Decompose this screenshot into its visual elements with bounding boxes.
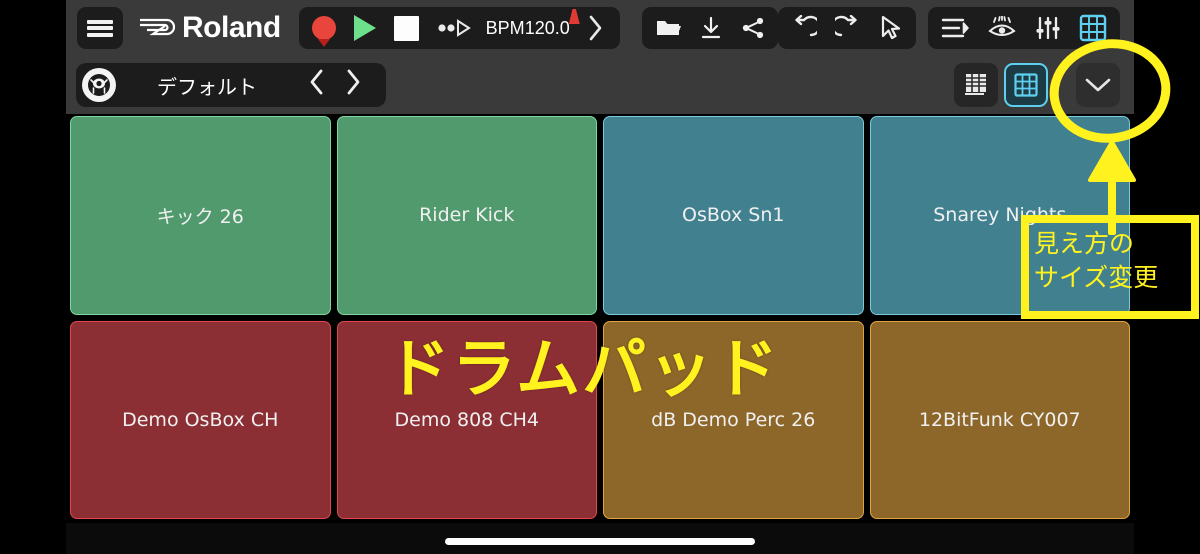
pad-button[interactable]: 12BitFunk CY007 xyxy=(869,320,1130,519)
chevron-right-icon xyxy=(347,69,360,94)
list-view-button[interactable] xyxy=(954,63,998,107)
open-button[interactable] xyxy=(646,7,690,49)
menu-button-wrap xyxy=(77,7,123,49)
pad-button[interactable]: Rider Kick xyxy=(336,116,597,315)
history-group xyxy=(778,7,916,49)
share-button[interactable] xyxy=(732,7,774,49)
chevron-down-icon xyxy=(1085,78,1111,92)
collapse-chevron-button[interactable] xyxy=(1076,63,1120,107)
pad-label: OsBox Sn1 xyxy=(682,204,785,227)
pad-label: Snarey Nights xyxy=(933,204,1067,227)
bottom-bar xyxy=(0,523,1200,554)
main-toolbar: Roland BPM 120.0 xyxy=(66,0,1134,56)
stop-button[interactable] xyxy=(385,7,428,49)
bpm-label: BPM xyxy=(485,17,525,38)
pad-button[interactable]: Demo OsBox CH xyxy=(70,320,331,519)
pad-button[interactable]: dB Demo Perc 26 xyxy=(603,320,864,519)
cursor-pointer-icon xyxy=(881,15,901,40)
redo-button[interactable] xyxy=(826,7,870,49)
pad-grid: キック 26 Rider Kick OsBox Sn1 Snarey Night… xyxy=(66,114,1134,523)
hamburger-menu-icon xyxy=(87,17,113,39)
pad-button[interactable]: Demo 808 CH4 xyxy=(336,320,597,519)
undo-button[interactable] xyxy=(782,7,826,49)
collapse-wrap xyxy=(1076,63,1120,107)
chevron-right-icon xyxy=(589,15,602,41)
pointer-button[interactable] xyxy=(870,7,912,49)
kit-selector[interactable]: デフォルト xyxy=(76,63,386,107)
kit-name-label: デフォルト xyxy=(157,74,257,99)
pad-label: Rider Kick xyxy=(419,204,515,227)
play-icon xyxy=(353,15,376,41)
grid-view-icon xyxy=(1014,73,1038,97)
mixer-faders-icon xyxy=(1036,16,1060,40)
roland-logo-icon xyxy=(140,18,176,36)
loop-button[interactable] xyxy=(428,7,480,49)
play-button[interactable] xyxy=(345,7,385,49)
grid-view-button[interactable] xyxy=(1004,63,1048,107)
kit-toolbar: デフォルト xyxy=(66,56,1134,114)
file-group xyxy=(641,7,778,49)
record-button[interactable] xyxy=(303,7,345,49)
folder-open-icon xyxy=(656,21,681,35)
pad-label: 12BitFunk CY007 xyxy=(918,408,1081,431)
kit-next-button[interactable] xyxy=(335,69,372,102)
download-button[interactable] xyxy=(690,7,732,49)
pad-label: dB Demo Perc 26 xyxy=(651,408,816,431)
download-icon xyxy=(701,16,720,39)
eye-icon xyxy=(988,16,1016,36)
stop-icon xyxy=(393,15,419,41)
bpm-value: 120.0 xyxy=(524,17,570,38)
view-mode-group xyxy=(954,63,1134,107)
pad-label: Demo 808 CH4 xyxy=(394,408,539,431)
mixer-button[interactable] xyxy=(1026,7,1070,49)
redo-icon xyxy=(835,15,857,37)
sequencer-icon xyxy=(941,18,969,38)
pad-button[interactable]: OsBox Sn1 xyxy=(603,116,864,315)
right-bezel xyxy=(1134,0,1200,554)
home-indicator xyxy=(445,538,755,545)
pad-button[interactable]: Snarey Nights xyxy=(869,116,1130,315)
brand-label: Roland xyxy=(182,11,281,44)
bpm-next-button[interactable] xyxy=(576,7,616,49)
undo-icon xyxy=(795,15,817,37)
eye-button[interactable] xyxy=(978,7,1026,49)
loop-playback-icon xyxy=(438,19,471,37)
view-tools-group xyxy=(928,7,1120,49)
sequencer-button[interactable] xyxy=(932,7,978,49)
pad-grid-icon xyxy=(1079,14,1107,42)
list-view-icon xyxy=(965,74,986,95)
drum-kit-icon xyxy=(82,68,116,102)
record-icon xyxy=(311,16,336,40)
roland-brand: Roland xyxy=(137,11,281,45)
pad-grid-button[interactable] xyxy=(1070,7,1116,49)
drum-pad-app: Roland BPM 120.0 デフォルト キック 26 Rider Kick… xyxy=(0,0,1200,554)
kit-prev-button[interactable] xyxy=(298,69,335,102)
pad-label: Demo OsBox CH xyxy=(122,408,279,431)
menu-button[interactable] xyxy=(77,7,123,49)
chevron-left-icon xyxy=(310,69,323,94)
pad-label: キック 26 xyxy=(156,205,244,228)
left-bezel xyxy=(0,0,66,554)
pad-button[interactable]: キック 26 xyxy=(70,116,331,315)
bpm-display[interactable]: BPM 120.0 xyxy=(480,7,580,49)
transport-group: BPM 120.0 xyxy=(298,7,620,49)
share-icon xyxy=(742,17,763,39)
